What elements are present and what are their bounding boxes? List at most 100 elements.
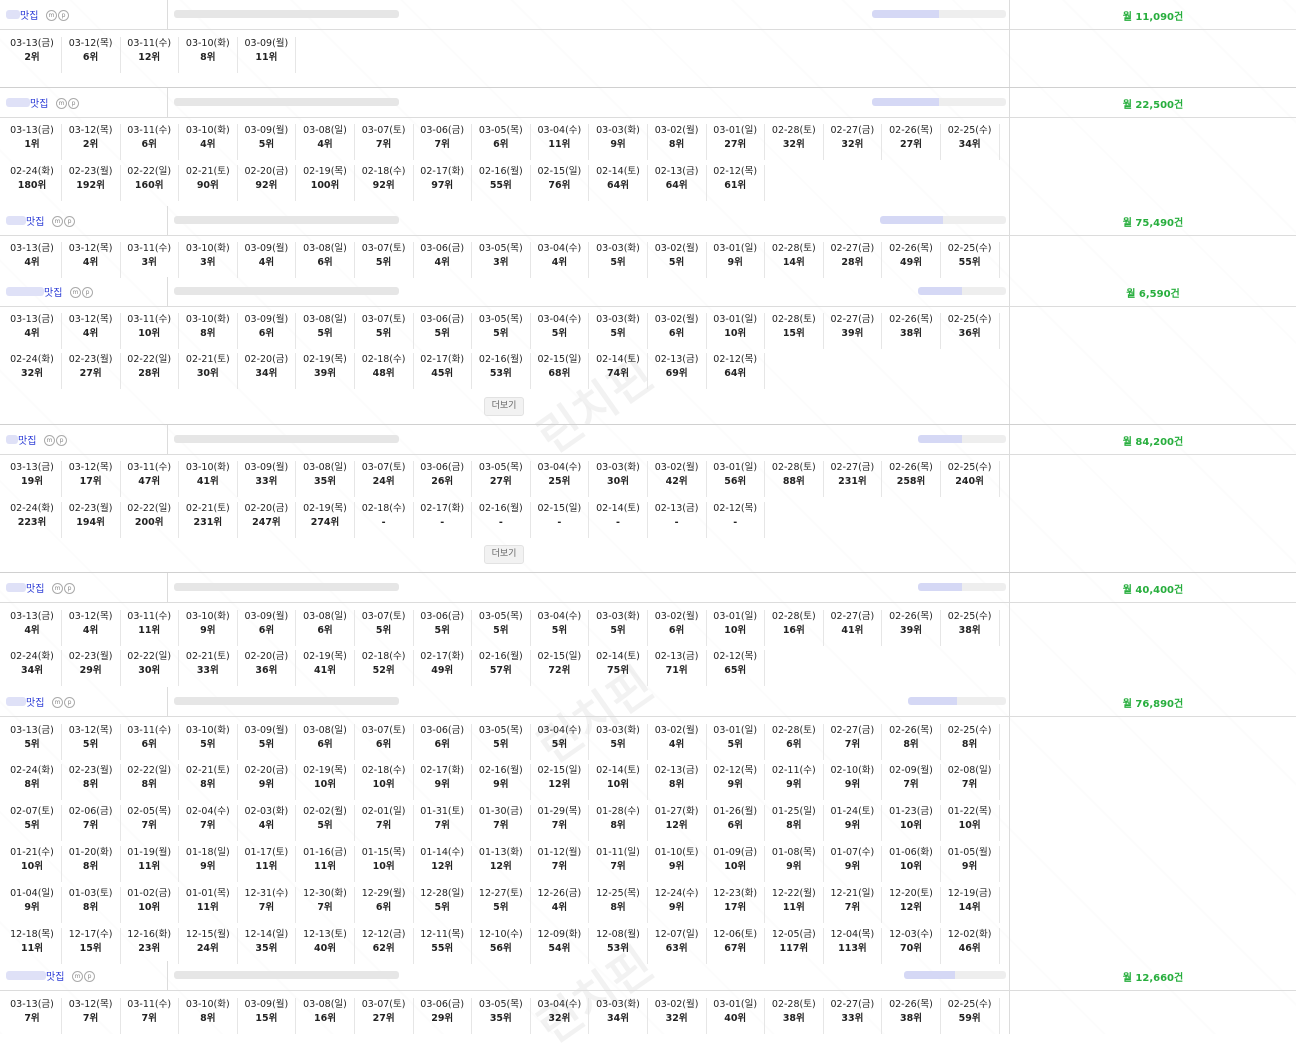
url-blurred[interactable] [174,287,399,295]
rank-date: 02-23(월) [68,354,113,365]
rank-date: 03-09(월) [244,125,289,136]
rank-cell: 02-12(목) 64위 [706,353,766,389]
pc-icon[interactable]: p [82,287,93,298]
rank-date: 03-03(화) [596,314,640,325]
pc-icon[interactable]: p [58,10,69,21]
keyword-label[interactable]: 맛집 [20,7,38,22]
rank-cell: 03-11(수) 10위 [120,313,180,349]
url-blurred[interactable] [174,971,399,979]
keyword-cell[interactable]: 맛집 m p [0,687,168,716]
keyword-label[interactable]: 맛집 [18,432,36,447]
rank-date: 02-26(목) [889,314,933,325]
rank-cell: 02-14(토) 74위 [589,353,648,389]
keyword-cell[interactable]: 맛집 m p [0,0,168,29]
mobile-pc-badges: mp [72,971,96,982]
rank-value: 12위 [665,820,688,831]
url-blurred[interactable] [174,216,399,224]
keyword-label[interactable]: 맛집 [46,968,64,983]
pc-icon[interactable]: p [64,697,75,708]
rank-cell: 02-26(목) 38위 [882,313,941,349]
rank-value: 8위 [82,779,99,790]
rank-value: 15위 [79,943,102,954]
rank-date: 03-05(목) [478,125,523,136]
rank-cell: 01-08(목) 9위 [765,846,824,882]
rank-value: 71위 [665,665,688,676]
rank-cell: 03-02(월) 6위 [648,610,707,646]
pc-icon[interactable]: p [68,98,79,109]
rank-value: 8위 [200,328,216,339]
rank-date: 01-03(토) [68,888,113,899]
url-blurred[interactable] [174,697,399,705]
rank-cell: 03-02(월) 6위 [648,313,707,349]
more-button[interactable]: 더보기 [484,545,524,564]
rank-value: 88위 [782,476,805,487]
rank-date: 03-11(수) [127,243,172,254]
keyword-header: 맛집 m p 월 76,890건 [0,687,1296,717]
rank-date: 03-12(목) [68,725,113,736]
rank-date: 02-13(금) [654,166,699,177]
rank-value: 9위 [844,779,861,790]
keyword-blurred [6,10,20,19]
rank-value: 45위 [431,368,454,379]
keyword-label[interactable]: 맛집 [26,694,44,709]
rank-value: 48위 [372,368,395,379]
rank-value: 7위 [82,1013,99,1024]
pc-icon[interactable]: p [64,583,75,594]
keyword-cell[interactable]: 맛집 m p [0,961,168,990]
mobile-icon[interactable]: m [70,287,81,298]
mobile-icon[interactable]: m [44,435,55,446]
rank-value: 9위 [727,779,743,790]
mobile-icon[interactable]: m [52,697,63,708]
rank-date: 02-25(수) [947,243,992,254]
rank-value: 12위 [489,861,512,872]
rank-date: 02-27(금) [830,999,875,1010]
rank-date: 03-07(토) [361,999,406,1010]
keyword-label[interactable]: 맛집 [26,213,44,228]
keyword-label[interactable]: 맛집 [30,95,48,110]
rank-value: 194위 [76,517,105,528]
rank-cell: 02-20(금) 247위 [237,502,297,538]
keyword-cell[interactable]: 맛집 m p [0,206,168,235]
mobile-icon[interactable]: m [46,10,57,21]
mobile-icon[interactable]: m [72,971,83,982]
rank-date: 02-10(화) [830,765,875,776]
rank-value: 5위 [610,739,626,750]
keyword-cell[interactable]: 맛집 m p [0,277,168,306]
url-blurred[interactable] [174,98,399,106]
rank-date: 12-18(목) [10,929,54,940]
mobile-icon[interactable]: m [52,216,63,227]
mobile-icon[interactable]: m [52,583,63,594]
rank-value: 5위 [668,257,685,268]
more-button[interactable]: 더보기 [484,397,524,416]
rank-date: 03-05(목) [478,611,523,622]
rank-value: 9위 [610,139,626,150]
rank-date: 12-11(목) [420,929,465,940]
keyword-cell[interactable]: 맛집 m p [0,88,168,117]
rank-date: 03-03(화) [596,999,640,1010]
rank-cell: 02-24(화) 180위 [3,165,62,201]
rank-date: 01-16(금) [303,847,347,858]
keyword-cell[interactable]: 맛집 m p [0,425,168,454]
keyword-label[interactable]: 맛집 [26,580,44,595]
url-blurred[interactable] [174,435,399,443]
rank-cell: 03-04(수) 5위 [530,610,590,646]
mobile-icon[interactable]: m [56,98,67,109]
rank-cell: 03-11(수) 7위 [120,998,180,1034]
rank-cell: 02-02(월) 5위 [296,805,355,841]
rank-value: 39위 [900,625,922,636]
rank-value: - [381,517,386,528]
rank-cell: 03-12(목) 7위 [62,998,121,1034]
rank-cell: 03-06(금) 29위 [413,998,473,1034]
monthly-search-volume: 월 11,090건 [1122,12,1184,23]
keyword-cell[interactable]: 맛집 m p [0,573,168,602]
pc-icon[interactable]: p [64,216,75,227]
keyword-label[interactable]: 맛집 [44,284,62,299]
place-name-blurred [918,287,1006,295]
rank-cell: 03-01(일) 10위 [706,610,766,646]
pc-icon[interactable]: p [56,435,67,446]
url-blurred[interactable] [174,10,399,18]
pc-icon[interactable]: p [84,971,95,982]
rank-value: 7위 [493,820,509,831]
url-blurred[interactable] [174,583,399,591]
rank-cell: 03-07(토) 7위 [355,124,414,160]
